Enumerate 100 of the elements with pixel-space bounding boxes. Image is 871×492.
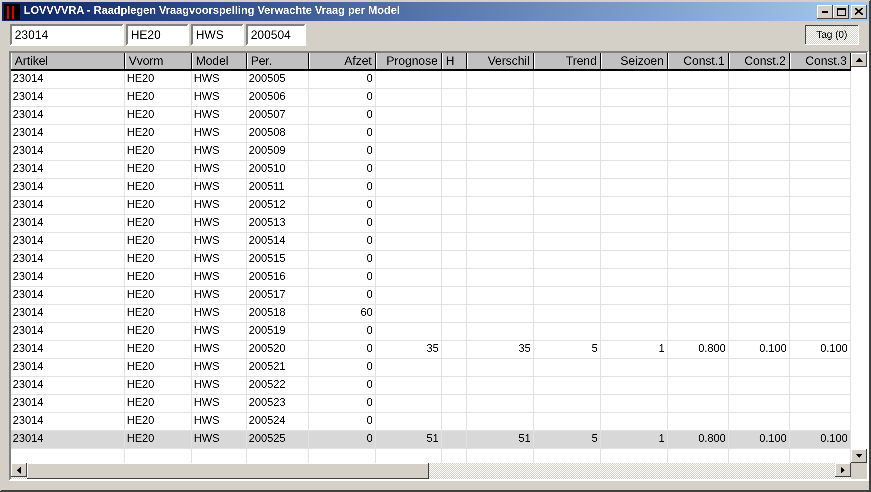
table-cell-text: HE20: [126, 72, 156, 87]
table-row[interactable]: 23014 HE20 HWS 200522 0: [11, 377, 851, 395]
column-header[interactable]: Const.2: [729, 53, 790, 69]
column-header[interactable]: Verschil: [467, 53, 534, 69]
column-header[interactable]: Const.1: [668, 53, 729, 69]
table-row[interactable]: 23014 HE20 HWS 200505 0: [11, 71, 851, 89]
table-cell-text: 23014: [12, 324, 45, 339]
table-cell-text: 5: [590, 342, 599, 357]
table-row[interactable]: 23014 HE20 HWS 200511 0: [11, 179, 851, 197]
table-row[interactable]: 23014 HE20 HWS 200520 0 35 35 5 1 0.800 0.100 0.100: [11, 341, 851, 359]
table-cell-text: 23014: [12, 288, 45, 303]
table-cell-text: 0: [366, 144, 374, 159]
filter-field[interactable]: 23014: [10, 24, 124, 46]
table-row[interactable]: 23014 HE20 HWS 200524 0: [11, 413, 851, 431]
table-cell-text: HWS: [193, 396, 221, 411]
table-row[interactable]: 23014 HE20 HWS 200508 0: [11, 125, 851, 143]
table-cell-text: 23014: [12, 234, 45, 249]
table-cell-text: 23014: [12, 360, 45, 375]
table-cell-text: HWS: [193, 234, 221, 249]
table-row[interactable]: 23014 HE20 HWS 200516 0: [11, 269, 851, 287]
scrollbar-corner: [851, 463, 867, 479]
column-header[interactable]: Afzet: [309, 53, 376, 69]
table-cell-text: 200525: [248, 432, 287, 447]
table-row[interactable]: 23014 HE20 HWS 200523 0: [11, 395, 851, 413]
table-cell-text: 1: [658, 342, 666, 357]
table-cell-text: HE20: [126, 306, 156, 321]
scroll-right-button[interactable]: [835, 463, 851, 477]
table-cell-text: 0: [366, 90, 374, 105]
table-cell-text: 200513: [248, 216, 287, 231]
table-row[interactable]: 23014 HE20 HWS 200517 0: [11, 287, 851, 305]
table-row[interactable]: 23014 HE20 HWS 200507 0: [11, 107, 851, 125]
table-cell-text: 23014: [12, 216, 45, 231]
table-row[interactable]: 23014 HE20 HWS 200514 0: [11, 233, 851, 251]
table-cell-text: 0: [366, 126, 374, 141]
column-header[interactable]: Prognose: [376, 53, 442, 69]
table-cell-text: 200515: [248, 252, 287, 267]
table-cell-text: 0.800: [697, 432, 727, 447]
table-row[interactable]: 23014 HE20 HWS 200525 0 51 51 5 1 0.800 0.100 0.100: [11, 431, 851, 449]
table-cell-text: 200523: [248, 396, 287, 411]
table-row[interactable]: 23014 HE20 HWS 200509 0: [11, 143, 851, 161]
column-header[interactable]: Model: [192, 53, 247, 69]
table-row[interactable]: 23014 HE20 HWS 200519 0: [11, 323, 851, 341]
table-cell-text: 0.100: [758, 432, 788, 447]
maximize-button[interactable]: [833, 4, 849, 18]
table-cell-text: 23014: [12, 198, 45, 213]
filter-field[interactable]: HE20: [126, 24, 189, 46]
table-row[interactable]: 23014 HE20 HWS 200513 0: [11, 215, 851, 233]
table-cell-text: 200522: [248, 378, 287, 393]
window-title: LOVVVVRA - Raadplegen Vraagvoorspelling Verwachte Vraag per Model: [24, 4, 400, 20]
column-header[interactable]: Seizoen: [601, 53, 668, 69]
table-cell-text: HWS: [193, 162, 221, 177]
table-cell-text: HWS: [193, 252, 221, 267]
tag-button[interactable]: Tag (0): [805, 25, 859, 45]
table-cell-text: HWS: [193, 108, 221, 123]
vertical-scrollbar[interactable]: [851, 53, 867, 463]
table-cell-text: 200519: [248, 324, 287, 339]
scroll-down-button[interactable]: [851, 449, 867, 463]
table-cell-text: HE20: [126, 180, 156, 195]
table-row[interactable]: 23014 HE20 HWS 200518 60: [11, 305, 851, 323]
table-cell-text: 23014: [12, 126, 45, 141]
table-cell-text: 23014: [12, 180, 45, 195]
close-button[interactable]: [851, 4, 867, 18]
column-header[interactable]: Per.: [247, 53, 309, 69]
table-cell-text: 200507: [248, 108, 287, 123]
minimize-button[interactable]: [817, 4, 833, 18]
table-row[interactable]: 23014 HE20 HWS 200515 0: [11, 251, 851, 269]
table-cell-text: HE20: [126, 342, 156, 357]
column-header[interactable]: Vvorm: [125, 53, 192, 69]
table-cell-text: HWS: [193, 306, 221, 321]
table-cell-text: HWS: [193, 342, 221, 357]
column-header[interactable]: Trend: [534, 53, 601, 69]
horizontal-scrollbar[interactable]: [11, 463, 851, 479]
table-cell-text: 0: [366, 234, 374, 249]
table-cell-text: 23014: [12, 396, 45, 411]
table-cell-text: 23014: [12, 270, 45, 285]
table-cell-text: 0: [366, 198, 374, 213]
table-cell-text: 23014: [12, 162, 45, 177]
table-cell-text: 0: [366, 216, 374, 231]
table-cell-text: 0: [366, 414, 374, 429]
filter-field[interactable]: 200504: [246, 24, 306, 46]
column-header[interactable]: Const.3: [790, 53, 851, 69]
table-cell-text: HE20: [126, 414, 156, 429]
column-header[interactable]: Artikel: [11, 53, 125, 69]
table-cell-text: HWS: [193, 180, 221, 195]
table-cell-text: 23014: [12, 342, 45, 357]
left-arrow-icon: [17, 466, 21, 474]
table-cell-text: 200511: [248, 180, 286, 195]
scroll-up-button[interactable]: [851, 53, 867, 67]
filter-field[interactable]: HWS: [191, 24, 244, 46]
table-row[interactable]: 23014 HE20 HWS 200506 0: [11, 89, 851, 107]
table-cell-text: 200514: [248, 234, 287, 249]
table-cell-text: 0: [366, 378, 374, 393]
table-row[interactable]: 23014 HE20 HWS 200512 0: [11, 197, 851, 215]
scroll-left-button[interactable]: [11, 463, 27, 477]
table-cell-text: 60: [360, 306, 374, 321]
table-row[interactable]: 23014 HE20 HWS 200521 0: [11, 359, 851, 377]
table-row[interactable]: 23014 HE20 HWS 200510 0: [11, 161, 851, 179]
column-header[interactable]: H: [442, 53, 467, 69]
scroll-thumb[interactable]: [27, 463, 429, 479]
table-cell-text: 0: [366, 108, 374, 123]
